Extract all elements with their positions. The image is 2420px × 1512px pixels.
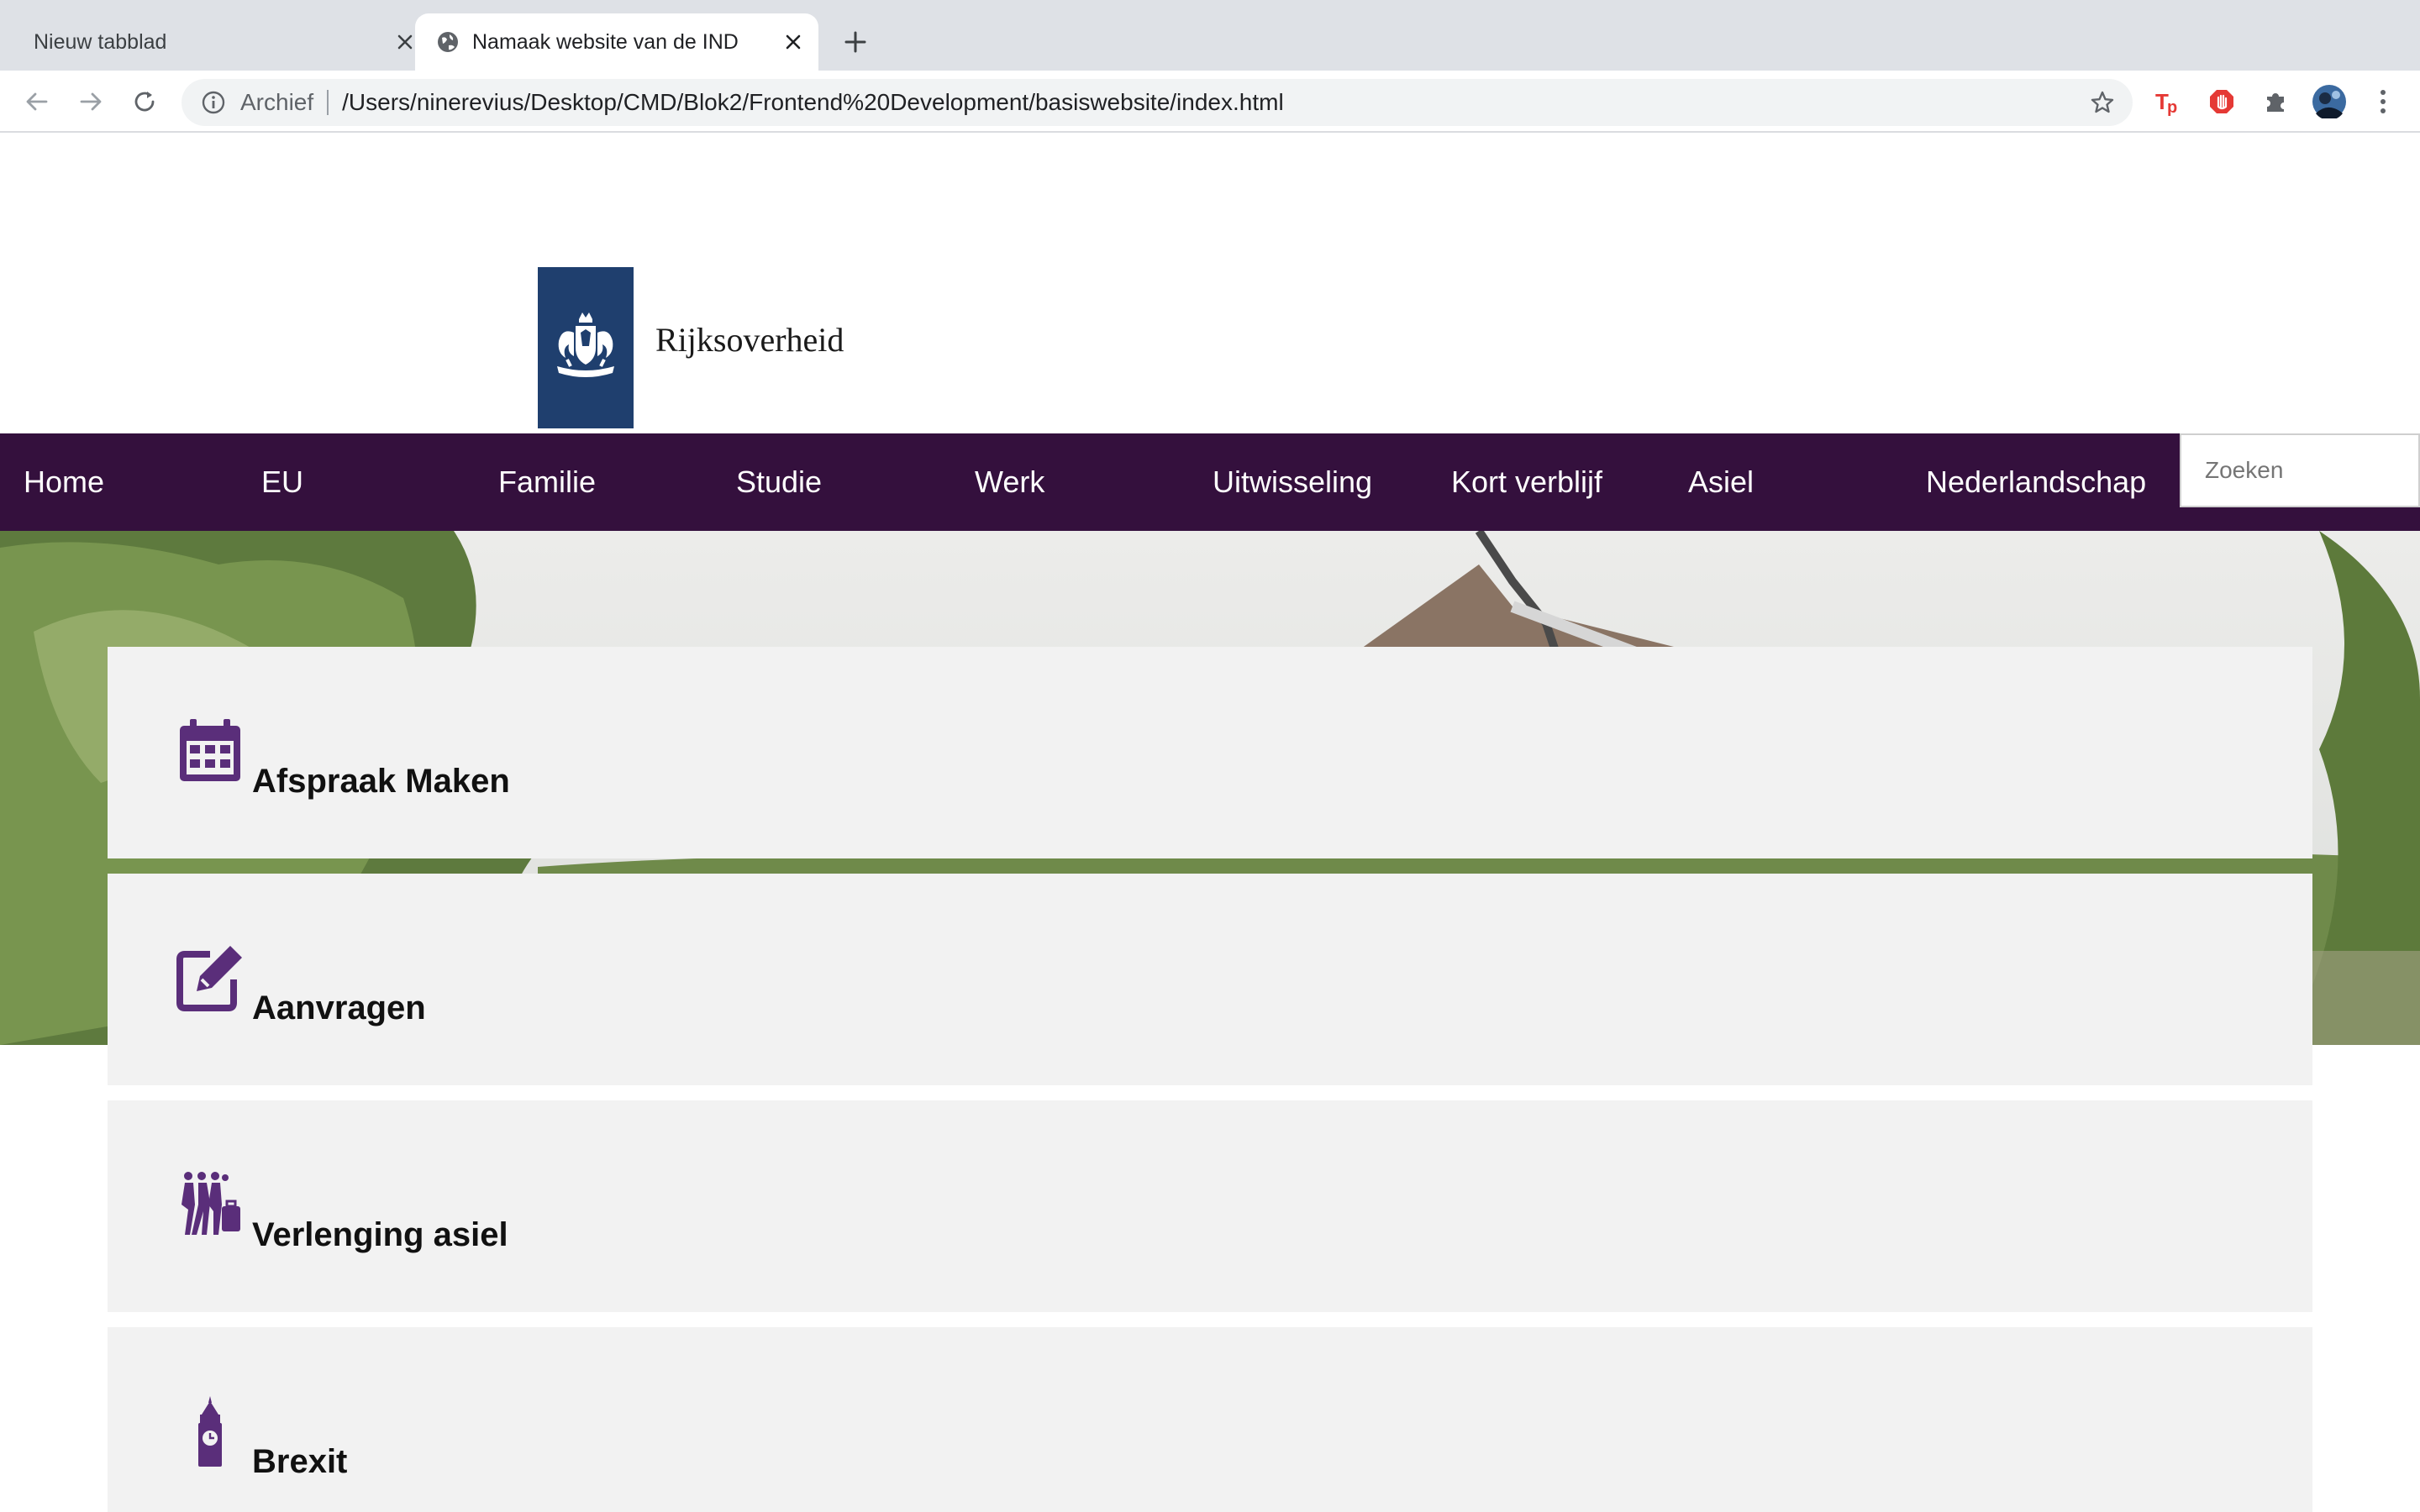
search-input[interactable]	[2180, 433, 2420, 507]
arrow-left-icon	[26, 92, 48, 111]
tab-title: Nieuw tabblad	[34, 29, 167, 54]
card-title: Afspraak Maken	[252, 763, 510, 800]
adblock-extension-icon[interactable]	[2205, 85, 2238, 118]
nav-item-kort-verblijf[interactable]: Kort verblijf	[1451, 433, 1602, 531]
card-afspraak-maken[interactable]: Afspraak Maken	[108, 647, 2312, 858]
forward-button[interactable]	[74, 85, 108, 118]
logo-text: Rijksoverheid	[655, 320, 844, 359]
close-icon[interactable]	[780, 29, 807, 55]
tab-ind-website[interactable]: Namaak website van de IND	[415, 13, 818, 71]
reload-button[interactable]	[128, 85, 161, 118]
card-aanvragen[interactable]: Aanvragen	[108, 874, 2312, 1085]
back-button[interactable]	[20, 85, 54, 118]
separator	[327, 90, 329, 115]
card-brexit[interactable]: Brexit	[108, 1327, 2312, 1512]
nav-item-asiel[interactable]: Asiel	[1688, 433, 1754, 531]
nav-item-werk[interactable]: Werk	[975, 433, 1044, 531]
avatar[interactable]	[2312, 85, 2346, 118]
browser-toolbar: Archief /Users/ninerevius/Desktop/CMD/Bl…	[0, 71, 2420, 133]
nav-item-familie[interactable]: Familie	[498, 433, 596, 531]
security-label: Archief	[240, 89, 314, 115]
star-icon[interactable]	[2089, 89, 2116, 116]
nav-item-uitwisseling[interactable]: Uitwisseling	[1213, 433, 1372, 531]
card-title: Verlenging asiel	[252, 1216, 508, 1253]
edit-icon	[175, 942, 245, 1013]
web-page: Rijksoverheid Home EU Familie Studie Wer…	[0, 133, 2420, 1512]
big-ben-icon	[175, 1396, 245, 1467]
nav-item-home[interactable]: Home	[24, 433, 104, 531]
new-tab-button[interactable]	[839, 25, 872, 59]
card-title: Brexit	[252, 1443, 348, 1480]
tp-extension-icon[interactable]: Tp	[2151, 85, 2185, 118]
tab-title: Namaak website van de IND	[472, 29, 739, 54]
address-bar[interactable]: Archief /Users/ninerevius/Desktop/CMD/Bl…	[182, 79, 2133, 126]
url-text[interactable]: /Users/ninerevius/Desktop/CMD/Blok2/Fron…	[342, 89, 1284, 116]
svg-text:p: p	[2167, 98, 2177, 116]
menu-dots-icon[interactable]	[2366, 85, 2400, 118]
browser-tabstrip: Nieuw tabblad Namaak website van de IND	[0, 0, 2420, 71]
card-verlenging-asiel[interactable]: Verlenging asiel	[108, 1100, 2312, 1312]
plus-icon	[844, 31, 866, 53]
travelers-icon	[175, 1169, 245, 1240]
nav-item-eu[interactable]: EU	[261, 433, 303, 531]
card-title: Aanvragen	[252, 990, 426, 1026]
coat-of-arms-icon	[538, 267, 634, 428]
rijksoverheid-logo[interactable]: Rijksoverheid	[538, 267, 844, 428]
nav-item-nederlandschap[interactable]: Nederlandschap	[1926, 433, 2146, 531]
puzzle-icon[interactable]	[2259, 85, 2292, 118]
calendar-icon	[175, 716, 245, 786]
tab-new-tab[interactable]: Nieuw tabblad	[17, 13, 413, 71]
globe-icon	[435, 29, 460, 55]
info-icon[interactable]	[200, 89, 227, 116]
arrow-right-icon	[80, 92, 102, 111]
nav-item-studie[interactable]: Studie	[736, 433, 822, 531]
main-navigation: Home EU Familie Studie Werk Uitwisseling…	[0, 433, 2420, 531]
reload-icon	[134, 92, 155, 112]
